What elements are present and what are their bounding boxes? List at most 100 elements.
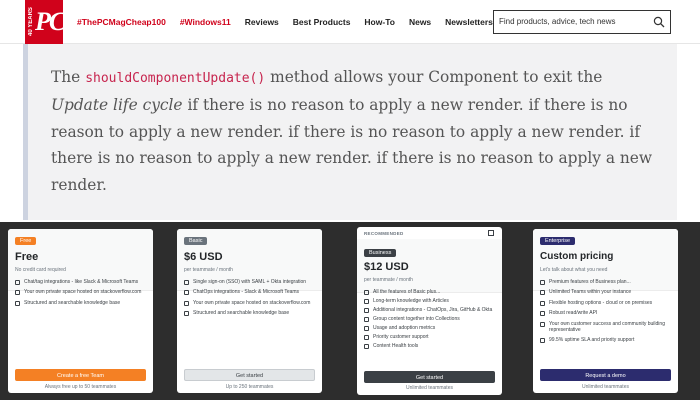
plan-price: $6 USD (184, 251, 223, 263)
support-icon (364, 335, 369, 340)
plan-price: Free (15, 251, 39, 263)
plan-feature: Your own private space hosted on stackov… (15, 289, 147, 296)
feature-text: Your own private space hosted on stackov… (24, 289, 142, 296)
plan-feature: Structured and searchable knowledge base (184, 310, 316, 317)
quote-text: The shouldComponentUpdate() method allow… (51, 64, 661, 198)
search-placeholder: Find products, advice, tech news (499, 17, 616, 26)
search-icon[interactable] (653, 16, 665, 28)
nav-item-newsletters[interactable]: Newsletters (445, 17, 493, 27)
plan-price: $12 USD (364, 261, 409, 273)
nav-item-windows11[interactable]: #Windows11 (180, 17, 231, 27)
plan-footnote: Always free up to 50 teammates (44, 384, 117, 390)
quote-prefix: The (51, 68, 86, 86)
plan-feature: Priority customer support (364, 334, 496, 340)
plan-feature: Group content together into Collections (364, 316, 496, 322)
feature-text: Single sign-on (SSO) with SAML + Okta in… (193, 279, 307, 285)
plan-badge: Free (15, 237, 37, 245)
plus-icon (364, 290, 369, 295)
feature-text: Usage and adoption metrics (373, 325, 436, 331)
nav-item-best-products[interactable]: Best Products (293, 17, 351, 27)
lock-icon (184, 280, 189, 285)
collection-icon (364, 317, 369, 322)
basic-get-started-button[interactable]: Get started (184, 369, 315, 381)
blockquote: The shouldComponentUpdate() method allow… (23, 44, 677, 220)
plan-price: Custom pricing (540, 251, 614, 262)
create-free-team-button[interactable]: Create a free Team (15, 369, 146, 381)
plan-badge: Business (364, 249, 397, 257)
plan-feature: 99.5% uptime SLA and priority support (540, 337, 672, 344)
feature-text: Robust read/write API (549, 310, 598, 317)
site-header: 40 YEARS PC #ThePCMagCheap100 #Windows11… (0, 0, 700, 44)
knowledge-icon (15, 300, 20, 306)
feature-text: Additional integrations - ChatOps, Jira,… (373, 307, 493, 313)
plan-feature-list: All the features of Basic plus... Long-t… (364, 289, 496, 352)
quote-code: shouldComponentUpdate() (85, 71, 266, 86)
feature-text: Your own private space hosted on stackov… (193, 299, 311, 306)
pricing-panel: Free Free No credit card required Chat/t… (0, 222, 700, 400)
plan-badge: Basic (184, 237, 208, 245)
feature-text: Structured and searchable knowledge base (193, 310, 290, 317)
plan-badge: Enterprise (540, 237, 576, 245)
plan-feature-list: Single sign-on (SSO) with SAML + Okta in… (184, 279, 316, 321)
feature-text: ChatOps integrations - Slack & Microsoft… (193, 289, 300, 296)
plan-feature-list: Premium features of Business plan... Unl… (540, 279, 672, 348)
plan-feature: Premium features of Business plan... (540, 279, 672, 285)
nav-item-how-to[interactable]: How-To (364, 17, 395, 27)
feature-text: Premium features of Business plan... (549, 279, 631, 285)
cloud-icon (15, 290, 20, 296)
nav-item-reviews[interactable]: Reviews (245, 17, 279, 27)
feature-text: Flexible hosting options - cloud or on p… (549, 299, 653, 306)
plan-feature: Your own customer success and community … (540, 321, 672, 334)
feature-text: Long-term knowledge with Articles (373, 298, 449, 304)
pcmag-logo[interactable]: 40 YEARS PC (25, 0, 66, 44)
main-nav: #ThePCMagCheap100 #Windows11 Reviews Bes… (77, 0, 493, 44)
logo-pc-text: PC (35, 7, 66, 36)
plan-footnote: Up to 250 teammates (225, 384, 274, 390)
teams-icon (540, 290, 545, 296)
article-quote-area: The shouldComponentUpdate() method allow… (0, 44, 700, 220)
plan-feature: Unlimited Teams within your instance (540, 289, 672, 296)
cloud-icon (184, 300, 189, 306)
business-get-started-button[interactable]: Get started (364, 371, 495, 383)
quote-emphasis: Update life cycle (51, 96, 183, 115)
nav-item-news[interactable]: News (409, 17, 431, 27)
chat-icon (184, 290, 189, 296)
integration-icon (364, 308, 369, 313)
api-icon (540, 311, 545, 317)
chat-icon (15, 280, 20, 285)
metrics-icon (364, 326, 369, 331)
plan-footnote: Unlimited teammates (582, 384, 629, 390)
person-icon (540, 321, 545, 327)
plan-subtitle: per teammate / month (184, 267, 233, 273)
plan-feature: Content Health tools (364, 343, 496, 349)
page-root: 40 YEARS PC #ThePCMagCheap100 #Windows11… (0, 0, 700, 400)
feature-text: Your own customer success and community … (549, 320, 665, 334)
plan-subtitle: No credit card required (15, 267, 66, 273)
plan-feature-list: Chat/tag integrations - like Slack & Mic… (15, 279, 147, 310)
plan-feature: All the features of Basic plus... (364, 289, 496, 295)
logo-years-text: 40 YEARS (28, 7, 34, 37)
cloud-icon (540, 300, 545, 306)
plan-card-free: Free Free No credit card required Chat/t… (8, 229, 153, 393)
plan-feature: ChatOps integrations - Slack & Microsoft… (184, 289, 316, 296)
feature-text: Structured and searchable knowledge base (24, 299, 121, 306)
nav-item-cheap100[interactable]: #ThePCMagCheap100 (77, 17, 166, 27)
search-input[interactable]: Find products, advice, tech news (493, 10, 671, 34)
plan-card-basic: Basic $6 USD per teammate / month Single… (177, 229, 322, 393)
feature-text: Priority customer support (373, 334, 429, 340)
feature-text: Chat/tag integrations - like Slack & Mic… (24, 279, 139, 285)
plan-subtitle: Let's talk about what you need (540, 267, 608, 273)
plan-subtitle: per teammate / month (364, 277, 413, 283)
request-demo-button[interactable]: Request a demo (540, 369, 671, 381)
health-icon (364, 344, 369, 349)
feature-text: Group content together into Collections (373, 316, 460, 322)
plan-feature: Single sign-on (SSO) with SAML + Okta in… (184, 279, 316, 285)
plan-feature: Structured and searchable knowledge base (15, 300, 147, 306)
plan-card-enterprise: Enterprise Custom pricing Let's talk abo… (533, 229, 678, 393)
plan-card-business: RECOMMENDED Business $12 USD per teammat… (357, 227, 502, 395)
article-icon (364, 299, 369, 304)
quote-mid: method allows your Component to exit the (265, 68, 603, 86)
plan-feature: Usage and adoption metrics (364, 325, 496, 331)
plan-feature: Long-term knowledge with Articles (364, 298, 496, 304)
recommended-label: RECOMMENDED (364, 231, 404, 236)
